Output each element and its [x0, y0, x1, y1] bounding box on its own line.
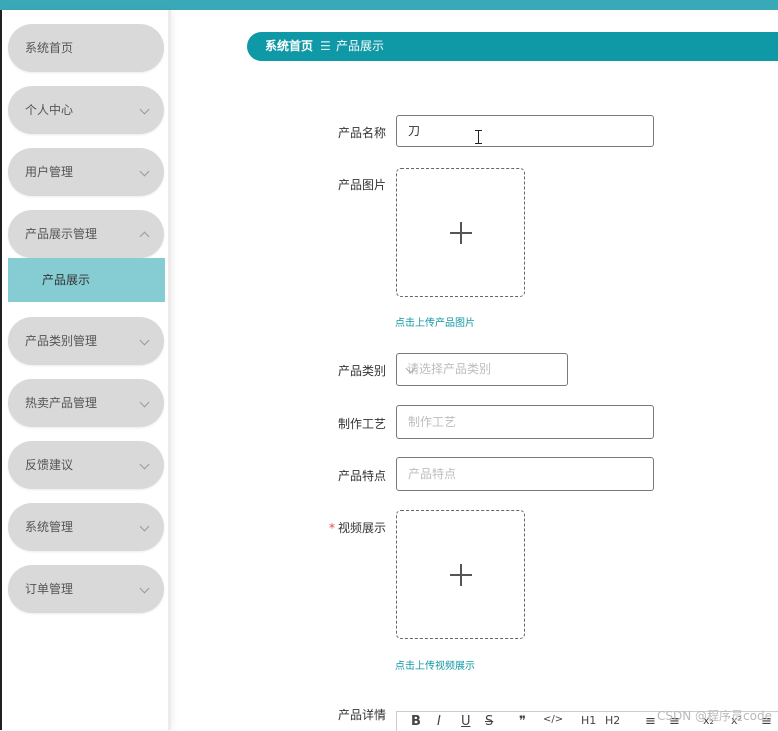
sidebar-item-label: 订单管理 [25, 582, 74, 596]
breadcrumb-current: 产品展示 [336, 39, 385, 53]
sidebar-item-system-management[interactable]: 系统管理 [8, 503, 164, 551]
chevron-up-icon [139, 231, 150, 242]
sidebar-item-label: 个人中心 [25, 103, 74, 117]
sidebar-item-product-display-management[interactable]: 产品展示管理 [8, 210, 164, 258]
plus-icon [450, 222, 472, 244]
chevron-down-icon [139, 104, 150, 115]
sidebar-item-personal-center[interactable]: 个人中心 [8, 86, 164, 134]
chevron-down-icon [139, 583, 150, 594]
product-category-select[interactable]: 请选择产品类别 [396, 353, 568, 386]
sidebar-item-feedback[interactable]: 反馈建议 [8, 441, 164, 489]
blockquote-icon[interactable]: ❞ [519, 714, 526, 729]
sidebar-item-order-management[interactable]: 订单管理 [8, 565, 164, 613]
sidebar-item-label: 系统首页 [25, 41, 74, 55]
text-cursor-icon [475, 130, 482, 146]
ordered-list-icon[interactable]: ≡ [645, 714, 656, 729]
bold-icon[interactable]: B [411, 714, 421, 729]
product-category-label: 产品类别 [337, 364, 386, 378]
sidebar-item-label: 反馈建议 [25, 458, 74, 472]
heading1-icon[interactable]: H1 [581, 714, 596, 727]
sidebar-item-label: 产品类别管理 [25, 334, 98, 348]
strikethrough-icon[interactable]: S [485, 714, 493, 729]
product-image-label: 产品图片 [337, 178, 386, 192]
video-upload-hint: 点击上传视频展示 [395, 661, 475, 672]
required-asterisk: * [328, 521, 335, 535]
video-upload[interactable] [396, 510, 525, 639]
underline-icon[interactable]: U [461, 714, 471, 729]
sidebar: 系统首页 个人中心 用户管理 产品展示管理 产品展示 产品类别管理 热卖产品管理… [2, 10, 171, 730]
watermark: CSDN @程序员code [657, 709, 772, 723]
sidebar-item-label: 用户管理 [25, 165, 74, 179]
product-detail-label: 产品详情 [337, 708, 386, 722]
sidebar-item-product-category-management[interactable]: 产品类别管理 [8, 317, 164, 365]
product-name-label: 产品名称 [337, 126, 386, 140]
chevron-down-icon [139, 521, 150, 532]
sidebar-item-label: 热卖产品管理 [25, 396, 98, 410]
product-name-input[interactable]: 刀 [396, 115, 654, 147]
feature-input[interactable]: 产品特点 [396, 457, 654, 491]
italic-icon[interactable]: I [437, 714, 441, 729]
video-label-text: 视频展示 [337, 521, 386, 535]
product-name-value: 刀 [408, 124, 421, 138]
feature-placeholder: 产品特点 [408, 467, 457, 481]
craft-input[interactable]: 制作工艺 [396, 405, 654, 439]
chevron-down-icon [139, 397, 150, 408]
product-category-placeholder: 请选择产品类别 [407, 362, 492, 376]
breadcrumb: 系统首页 ☰ 产品展示 [247, 32, 778, 61]
heading2-icon[interactable]: H2 [605, 714, 620, 727]
breadcrumb-home-link[interactable]: 系统首页 [265, 32, 313, 61]
chevron-down-icon [139, 335, 150, 346]
chevron-down-icon [139, 166, 150, 177]
sidebar-subitem-label: 产品展示 [42, 273, 91, 287]
sidebar-item-user-management[interactable]: 用户管理 [8, 148, 164, 196]
product-image-upload[interactable] [396, 168, 525, 297]
sidebar-item-home[interactable]: 系统首页 [8, 24, 164, 72]
product-image-upload-hint: 点击上传产品图片 [395, 318, 475, 329]
chevron-down-icon [139, 459, 150, 470]
breadcrumb-separator-icon: ☰ [320, 39, 331, 53]
sidebar-item-hot-products-management[interactable]: 热卖产品管理 [8, 379, 164, 427]
sidebar-item-label: 系统管理 [25, 520, 74, 534]
sidebar-subitem-product-display[interactable]: 产品展示 [8, 258, 165, 302]
craft-placeholder: 制作工艺 [408, 415, 457, 429]
sidebar-item-label: 产品展示管理 [25, 227, 98, 241]
craft-label: 制作工艺 [337, 417, 386, 431]
top-accent-bar [0, 0, 778, 10]
video-label: * 视频展示 [306, 519, 386, 536]
code-block-icon[interactable]: </> [543, 714, 563, 725]
plus-icon [450, 564, 472, 586]
feature-label: 产品特点 [337, 469, 386, 483]
